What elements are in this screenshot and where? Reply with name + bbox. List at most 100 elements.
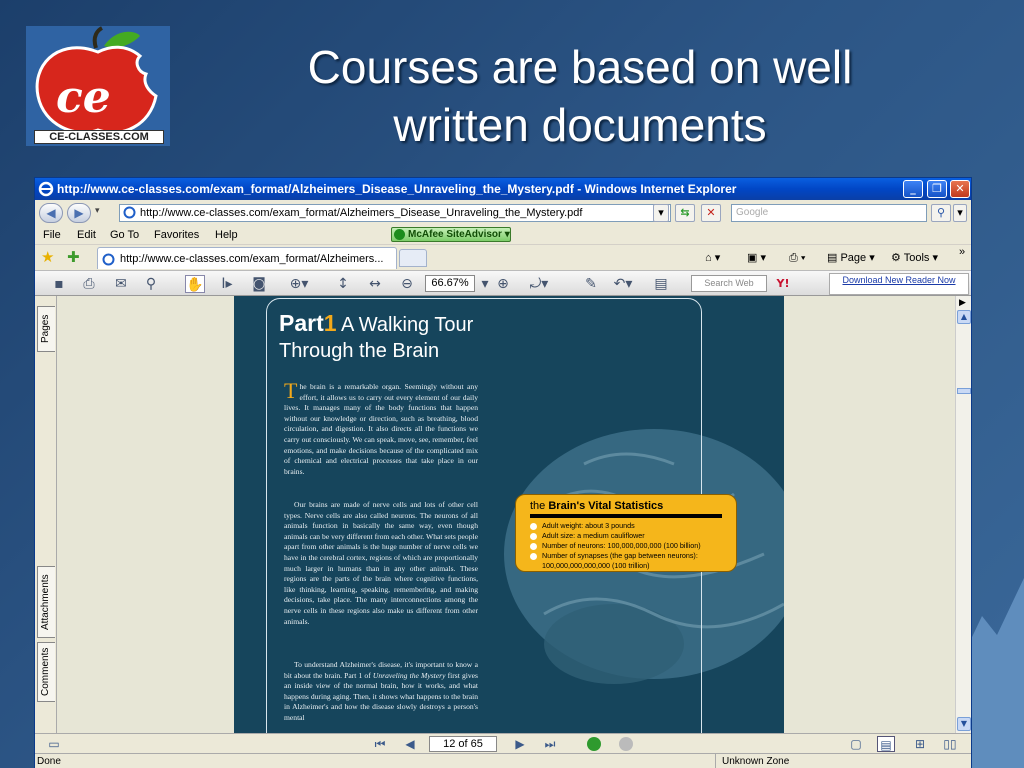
last-page-icon[interactable]: ⏭ xyxy=(541,736,559,752)
scroll-up-icon[interactable]: ▲ xyxy=(957,310,971,324)
facing-view-icon[interactable]: ⊞ xyxy=(911,736,929,752)
back-button[interactable]: ◀ xyxy=(39,203,63,223)
continuous-view-icon[interactable]: ▤ xyxy=(877,736,895,752)
page-menu[interactable]: ▤ Page ▾ xyxy=(827,249,875,267)
logo-caption: CE-CLASSES.COM xyxy=(34,130,164,144)
body-paragraph-3: To understand Alzheimer's disease, it's … xyxy=(284,660,478,724)
sign-icon[interactable]: ✎ xyxy=(581,275,601,293)
undo-icon[interactable]: ↶▾ xyxy=(613,275,633,293)
scroll-down-icon[interactable]: ▼ xyxy=(957,717,971,731)
previous-page-icon[interactable]: ◀ xyxy=(401,736,419,752)
document-area: Pages Attachments Comments Part1 A Walki… xyxy=(35,296,971,733)
para1-text: he brain is a remarkable organ. Seemingl… xyxy=(284,382,478,476)
find-icon[interactable]: ⚲ xyxy=(141,275,161,293)
search-options-icon[interactable]: ▾ xyxy=(953,204,967,222)
menu-goto[interactable]: Go To xyxy=(110,226,139,244)
page-navigation-bar: ▭ ⏮ ◀ 12 of 65 ▶ ⏭ ▢ ▤ ⊞ ▯▯ xyxy=(35,733,971,753)
zoom-out-icon[interactable]: ⊖ xyxy=(397,275,417,293)
single-page-view-icon[interactable]: ▢ xyxy=(847,736,865,752)
slide-title-line1: Courses are based on well xyxy=(307,41,853,93)
browser-window: http://www.ce-classes.com/exam_format/Al… xyxy=(34,177,972,768)
part-number: 1 xyxy=(323,310,337,336)
snapshot-icon[interactable]: ◙ xyxy=(249,275,269,293)
stat-item: Adult size: a medium cauliflower xyxy=(530,531,722,541)
slide-title-line2: written documents xyxy=(393,99,767,151)
restore-button[interactable]: ❐ xyxy=(927,180,947,198)
navigation-panel: Pages Attachments Comments xyxy=(35,296,57,733)
background-mountain xyxy=(964,578,1024,768)
add-favorite-icon[interactable]: ✚ xyxy=(67,248,80,266)
tab-title: http://www.ce-classes.com/exam_format/Al… xyxy=(120,253,384,265)
search-web-input[interactable]: Search Web xyxy=(691,275,767,292)
next-view-icon[interactable] xyxy=(619,737,633,751)
attachments-tab[interactable]: Attachments xyxy=(37,566,55,638)
tools-menu[interactable]: ⚙ Tools ▾ xyxy=(891,249,938,267)
forward-button[interactable]: ▶ xyxy=(67,203,91,223)
menu-favorites[interactable]: Favorites xyxy=(154,226,199,244)
search-input[interactable]: Google xyxy=(731,204,927,222)
rotate-icon[interactable]: ⤾▾ xyxy=(529,275,549,293)
hand-tool-icon[interactable]: ✋ xyxy=(185,275,205,293)
first-page-icon[interactable]: ⏮ xyxy=(371,736,389,752)
stat-item: Number of synapses (the gap between neur… xyxy=(530,551,722,561)
save-icon[interactable]: ▪ xyxy=(49,275,69,293)
yahoo-icon[interactable]: Y! xyxy=(773,275,793,293)
print-icon[interactable]: ⎙ xyxy=(79,275,99,293)
minimize-button[interactable]: _ xyxy=(903,180,923,198)
menu-edit[interactable]: Edit xyxy=(77,226,96,244)
stop-icon[interactable]: ✕ xyxy=(701,204,721,222)
part-label: Part xyxy=(279,310,324,336)
status-text: Done xyxy=(37,756,61,767)
next-page-icon[interactable]: ▶ xyxy=(511,736,529,752)
slide-title: Courses are based on well written docume… xyxy=(230,38,930,154)
stats-title: Brain's Vital Statistics xyxy=(548,500,664,512)
mcafee-siteadvisor-button[interactable]: McAfee SiteAdvisor ▾ xyxy=(391,227,511,242)
layout-icon[interactable]: ▭ xyxy=(45,736,63,752)
fit-width-icon[interactable]: ↔ xyxy=(365,275,385,293)
stats-the: the xyxy=(530,500,546,512)
refresh-icon[interactable]: ⇆ xyxy=(675,204,695,222)
print-icon[interactable]: ⎙ ▾ xyxy=(789,249,805,267)
vertical-scrollbar[interactable]: ▶ ▲ ▼ xyxy=(955,296,971,733)
browser-tab[interactable]: http://www.ce-classes.com/exam_format/Al… xyxy=(97,247,397,269)
zoom-dropdown-icon[interactable]: ▾ xyxy=(475,275,495,293)
more-commands-icon[interactable]: » xyxy=(959,243,965,261)
close-button[interactable]: ✕ xyxy=(950,180,970,198)
home-icon[interactable]: ⌂ ▾ xyxy=(705,249,720,267)
page-menu-arrow-icon[interactable]: ▶ xyxy=(959,298,966,308)
menu-help[interactable]: Help xyxy=(215,226,238,244)
select-text-icon[interactable]: I▸ xyxy=(217,275,237,293)
fit-page-icon[interactable]: ↕ xyxy=(333,275,353,293)
feeds-icon[interactable]: ▣ ▾ xyxy=(747,249,766,267)
form-icon[interactable]: ▤ xyxy=(651,275,671,293)
zoom-in-icon[interactable]: ⊕ xyxy=(493,275,513,293)
menu-file[interactable]: File xyxy=(43,226,61,244)
address-text: http://www.ce-classes.com/exam_format/Al… xyxy=(140,207,583,219)
mcafee-check-icon xyxy=(394,229,405,240)
previous-view-icon[interactable] xyxy=(587,737,601,751)
history-dropdown-icon[interactable]: ▾ xyxy=(95,206,100,216)
acrobat-toolbar: ▪ ⎙ ✉ ⚲ ✋ I▸ ◙ ⊕▾ ↕ ↔ ⊖ 66.67% ▾ ⊕ ⤾▾ ✎ … xyxy=(35,270,971,296)
page-menu-label: Page xyxy=(840,252,867,264)
email-icon[interactable]: ✉ xyxy=(111,275,131,293)
download-reader-link[interactable]: Download New Reader Now xyxy=(829,273,969,295)
stat-item: Number of neurons: 100,000,000,000 (100 … xyxy=(530,541,722,551)
zoom-level-field[interactable]: 66.67% xyxy=(425,275,475,292)
zoom-in-tool-icon[interactable]: ⊕▾ xyxy=(289,275,309,293)
favorites-row: ★ ✚ http://www.ce-classes.com/exam_forma… xyxy=(35,244,971,270)
ie-page-icon xyxy=(123,206,136,219)
new-tab-button[interactable] xyxy=(399,249,427,267)
tools-menu-label: Tools xyxy=(903,252,930,264)
comments-tab[interactable]: Comments xyxy=(37,642,55,702)
pdf-page: Part1 A Walking Tour Through the Brain T… xyxy=(234,296,784,733)
search-icon[interactable]: ⚲ xyxy=(931,204,951,222)
heading-rest: A Walking Tour xyxy=(341,314,474,336)
address-bar[interactable]: http://www.ce-classes.com/exam_format/Al… xyxy=(119,204,671,222)
address-dropdown-icon[interactable]: ▾ xyxy=(653,204,669,222)
favorites-star-icon[interactable]: ★ xyxy=(41,248,54,266)
drop-cap: T xyxy=(284,378,298,403)
continuous-facing-icon[interactable]: ▯▯ xyxy=(941,736,959,752)
scroll-thumb[interactable] xyxy=(957,388,971,394)
page-number-field[interactable]: 12 of 65 xyxy=(429,736,497,752)
pages-tab[interactable]: Pages xyxy=(37,306,55,352)
